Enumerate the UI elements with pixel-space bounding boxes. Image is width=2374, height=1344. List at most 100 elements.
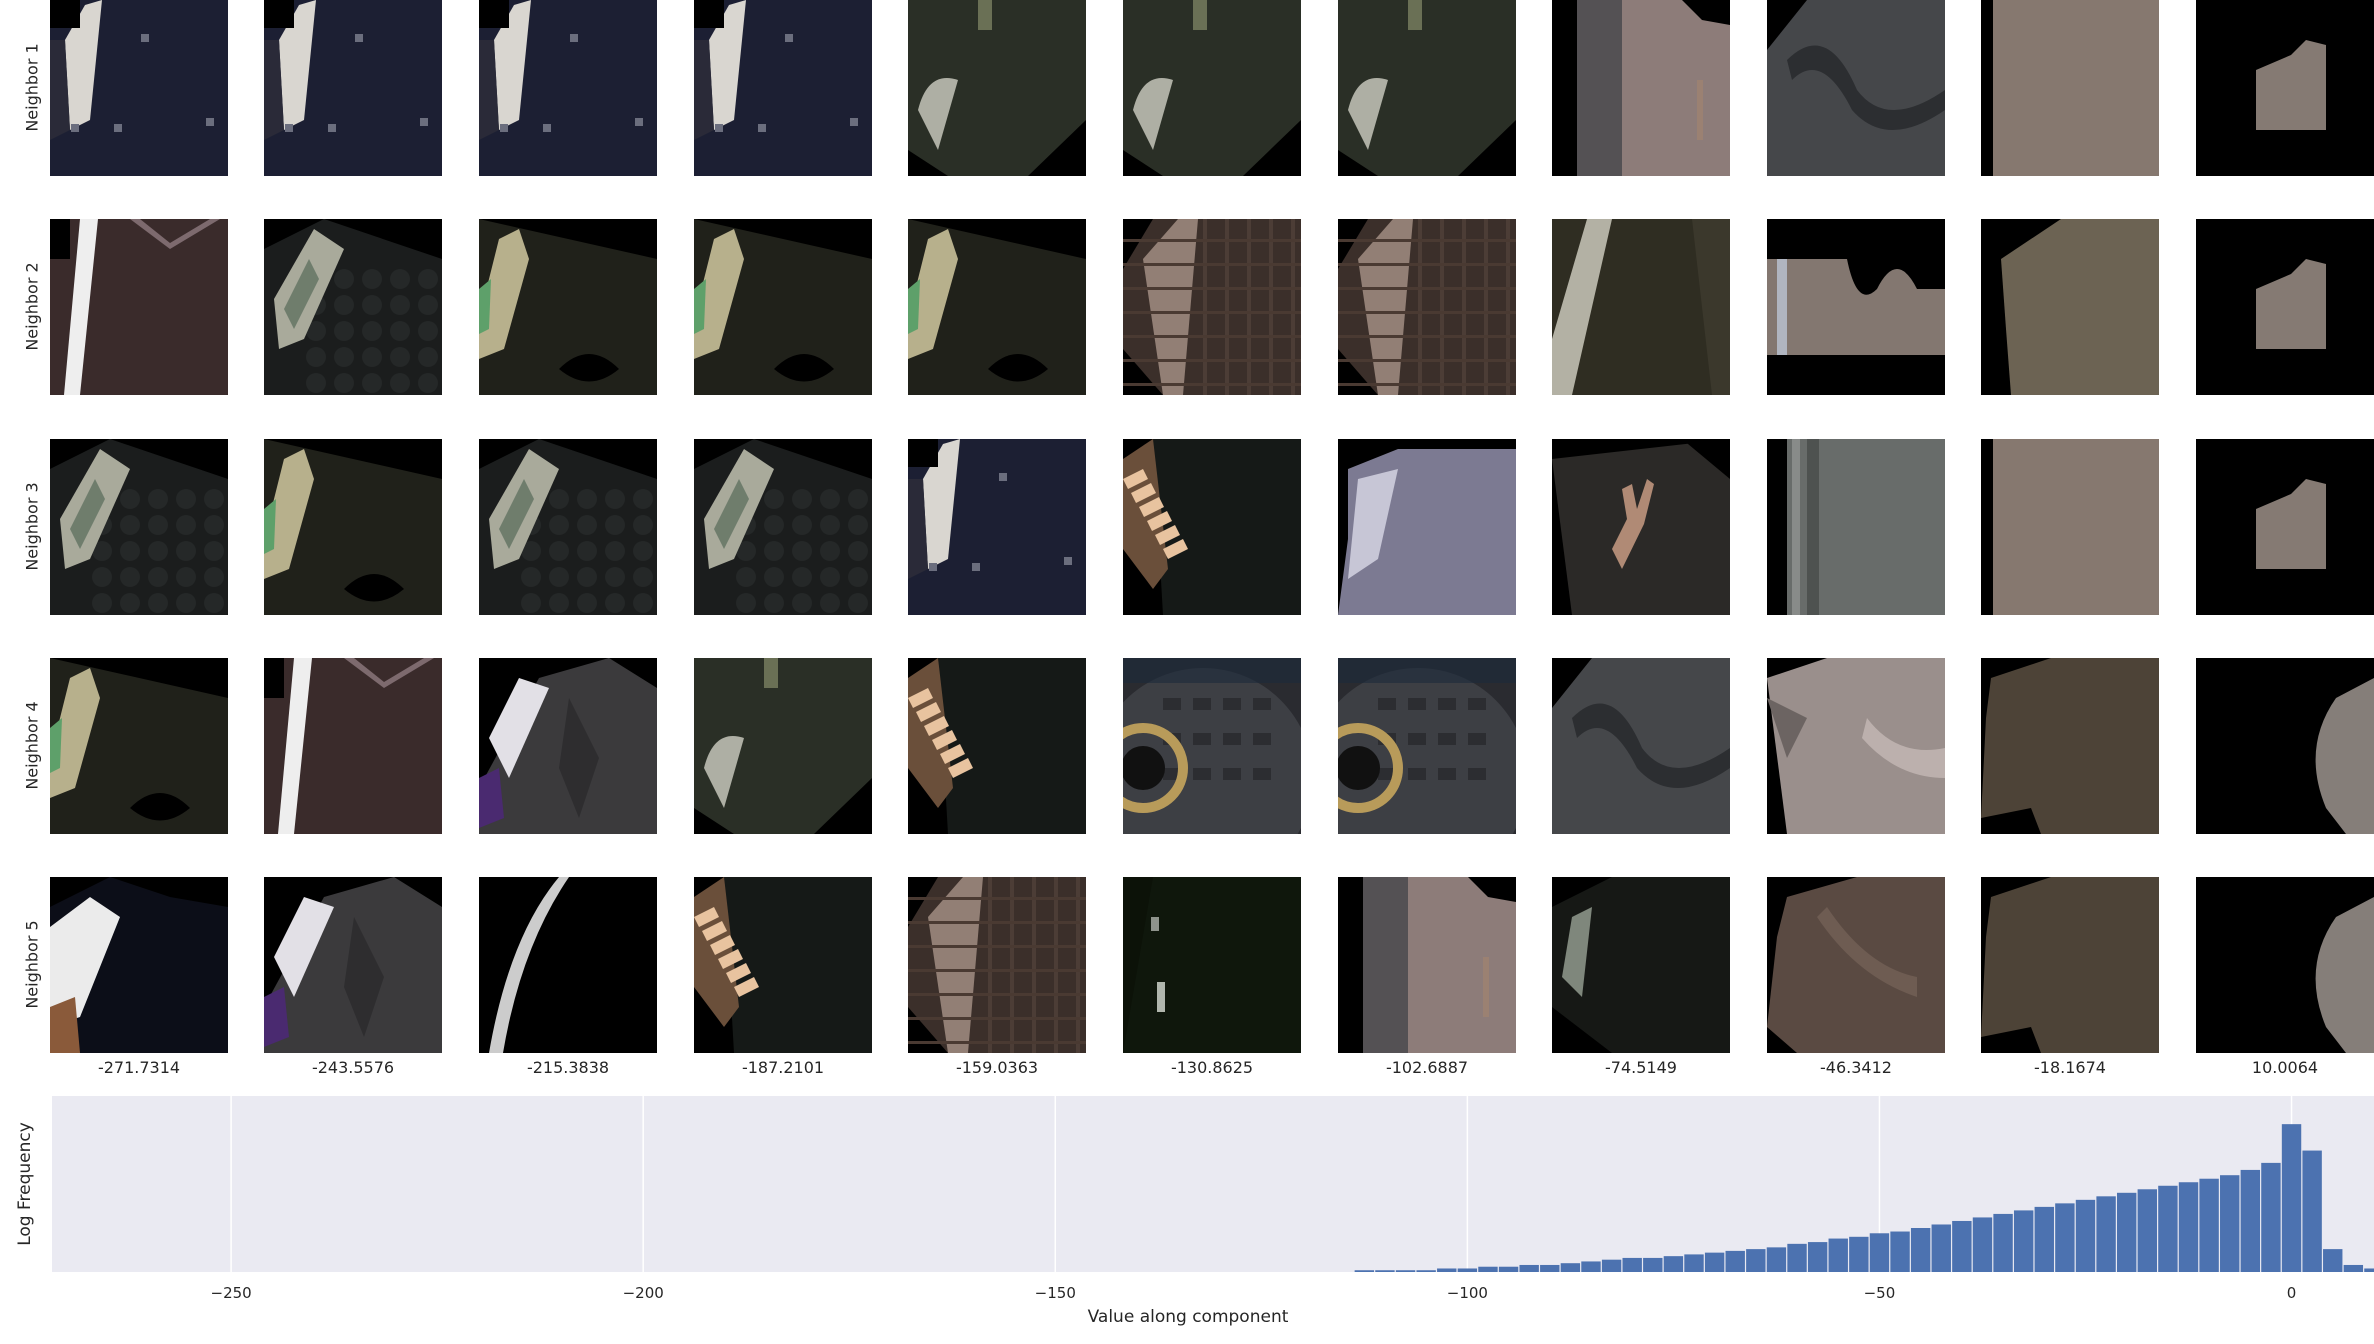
thumbnail-image [479,658,657,834]
thumbnail-image [1123,439,1301,615]
neighbor-thumbnail [1981,658,2159,834]
neighbor-thumbnail [2196,439,2374,615]
neighbor-thumbnail [1338,219,1516,395]
histogram-bar [2302,1150,2322,1272]
row-label: Neighbor 3 [22,482,42,571]
histogram-bar [1807,1242,1828,1272]
histogram-bar [1704,1252,1725,1272]
neighbor-thumbnail [1552,439,1730,615]
neighbor-thumbnail [1338,0,1516,176]
histogram-bar [1622,1257,1642,1272]
thumbnail-image [1338,0,1516,176]
row-label: Neighbor 1 [22,43,42,132]
histogram-bar [1560,1263,1581,1272]
histogram-bar [1972,1217,1993,1272]
histogram-bar [2013,1210,2034,1272]
column-value-label: -130.8625 [1170,1058,1254,1077]
x-tick-label: −250 [211,1284,252,1302]
thumbnail-image [1123,219,1301,395]
histogram-bar [1601,1259,1622,1272]
histogram-bar [2323,1249,2343,1272]
thumbnail-image [908,439,1086,615]
thumbnail-image [50,439,228,615]
x-tick-label: 0 [2287,1284,2297,1302]
histogram-bar [1787,1243,1807,1272]
thumbnail-image [2196,439,2374,615]
thumbnail-image [1981,877,2159,1053]
neighbor-thumbnail [50,439,228,615]
thumbnail-image [1338,439,1516,615]
histogram-bar [2034,1206,2054,1272]
neighbor-thumbnail [50,219,228,395]
neighbor-thumbnail [694,439,872,615]
neighbor-thumbnail [50,658,228,834]
column-value-label: -187.2101 [741,1058,825,1077]
neighbor-thumbnail [1767,0,1945,176]
thumbnail-image [1552,219,1730,395]
histogram-bar [1416,1270,1436,1272]
thumbnail-image [264,877,442,1053]
thumbnail-image [694,877,872,1053]
thumbnail-image [1767,0,1945,176]
histogram-bar [2220,1175,2240,1272]
neighbor-thumbnail [2196,877,2374,1053]
column-value-label: -74.5149 [1605,1058,1677,1077]
neighbor-thumbnail [1338,658,1516,834]
thumbnail-image [264,0,442,176]
thumbnail-image [1767,877,1945,1053]
thumbnail-image [1552,658,1730,834]
histogram-bar [1684,1254,1704,1272]
histogram-bar [2364,1268,2374,1272]
thumbnail-image [2196,0,2374,176]
thumbnail-image [1981,0,2159,176]
thumbnail-image [1123,877,1301,1053]
histogram-bar [1540,1264,1560,1272]
thumbnail-image [694,0,872,176]
neighbor-thumbnail [1767,219,1945,395]
neighbor-thumbnail [1123,658,1301,834]
neighbor-thumbnail [479,658,657,834]
histogram-bar [2158,1185,2178,1272]
thumbnail-image [264,658,442,834]
histogram-bar [1498,1266,1519,1272]
thumbnail-image [1767,219,1945,395]
neighbor-thumbnail [1981,219,2159,395]
x-tick-label: −200 [623,1284,664,1302]
column-value-label: -18.1674 [2034,1058,2106,1077]
histogram-bar [1395,1270,1416,1272]
histogram-bar [1457,1268,1478,1272]
neighbor-thumbnail [264,0,442,176]
neighbor-thumbnail [2196,219,2374,395]
thumbnail-image [1338,877,1516,1053]
thumbnail-image [264,439,442,615]
thumbnail-image [1981,219,2159,395]
neighbor-thumbnail [1552,658,1730,834]
histogram-bar [1519,1264,1539,1272]
histogram-bar [1869,1233,1890,1272]
neighbor-thumbnail [1981,877,2159,1053]
thumbnail-image [1552,0,1730,176]
histogram-bar [2261,1162,2281,1272]
row-label: Neighbor 2 [22,262,42,351]
row-label: Neighbor 4 [22,701,42,790]
thumbnail-image [1552,877,1730,1053]
thumbnail-image [1338,219,1516,395]
x-tick-label: −100 [1447,1284,1488,1302]
y-axis-title: Log Frequency [15,1122,35,1246]
histogram-bar [1910,1228,1931,1272]
neighbor-thumbnail [1552,877,1730,1053]
neighbor-thumbnail [2196,658,2374,834]
neighbor-thumbnail [694,658,872,834]
neighbor-thumbnail [908,219,1086,395]
thumbnail-image [908,0,1086,176]
histogram-bar [2281,1124,2302,1272]
histogram-bar [2075,1199,2096,1272]
histogram-bar [2116,1192,2137,1272]
thumbnail-image [694,439,872,615]
thumbnail-image [1981,439,2159,615]
thumbnail-image [50,219,228,395]
thumbnail-image [908,658,1086,834]
neighbor-thumbnail [908,0,1086,176]
histogram-bar [1746,1249,1766,1272]
neighbor-thumbnail [908,439,1086,615]
